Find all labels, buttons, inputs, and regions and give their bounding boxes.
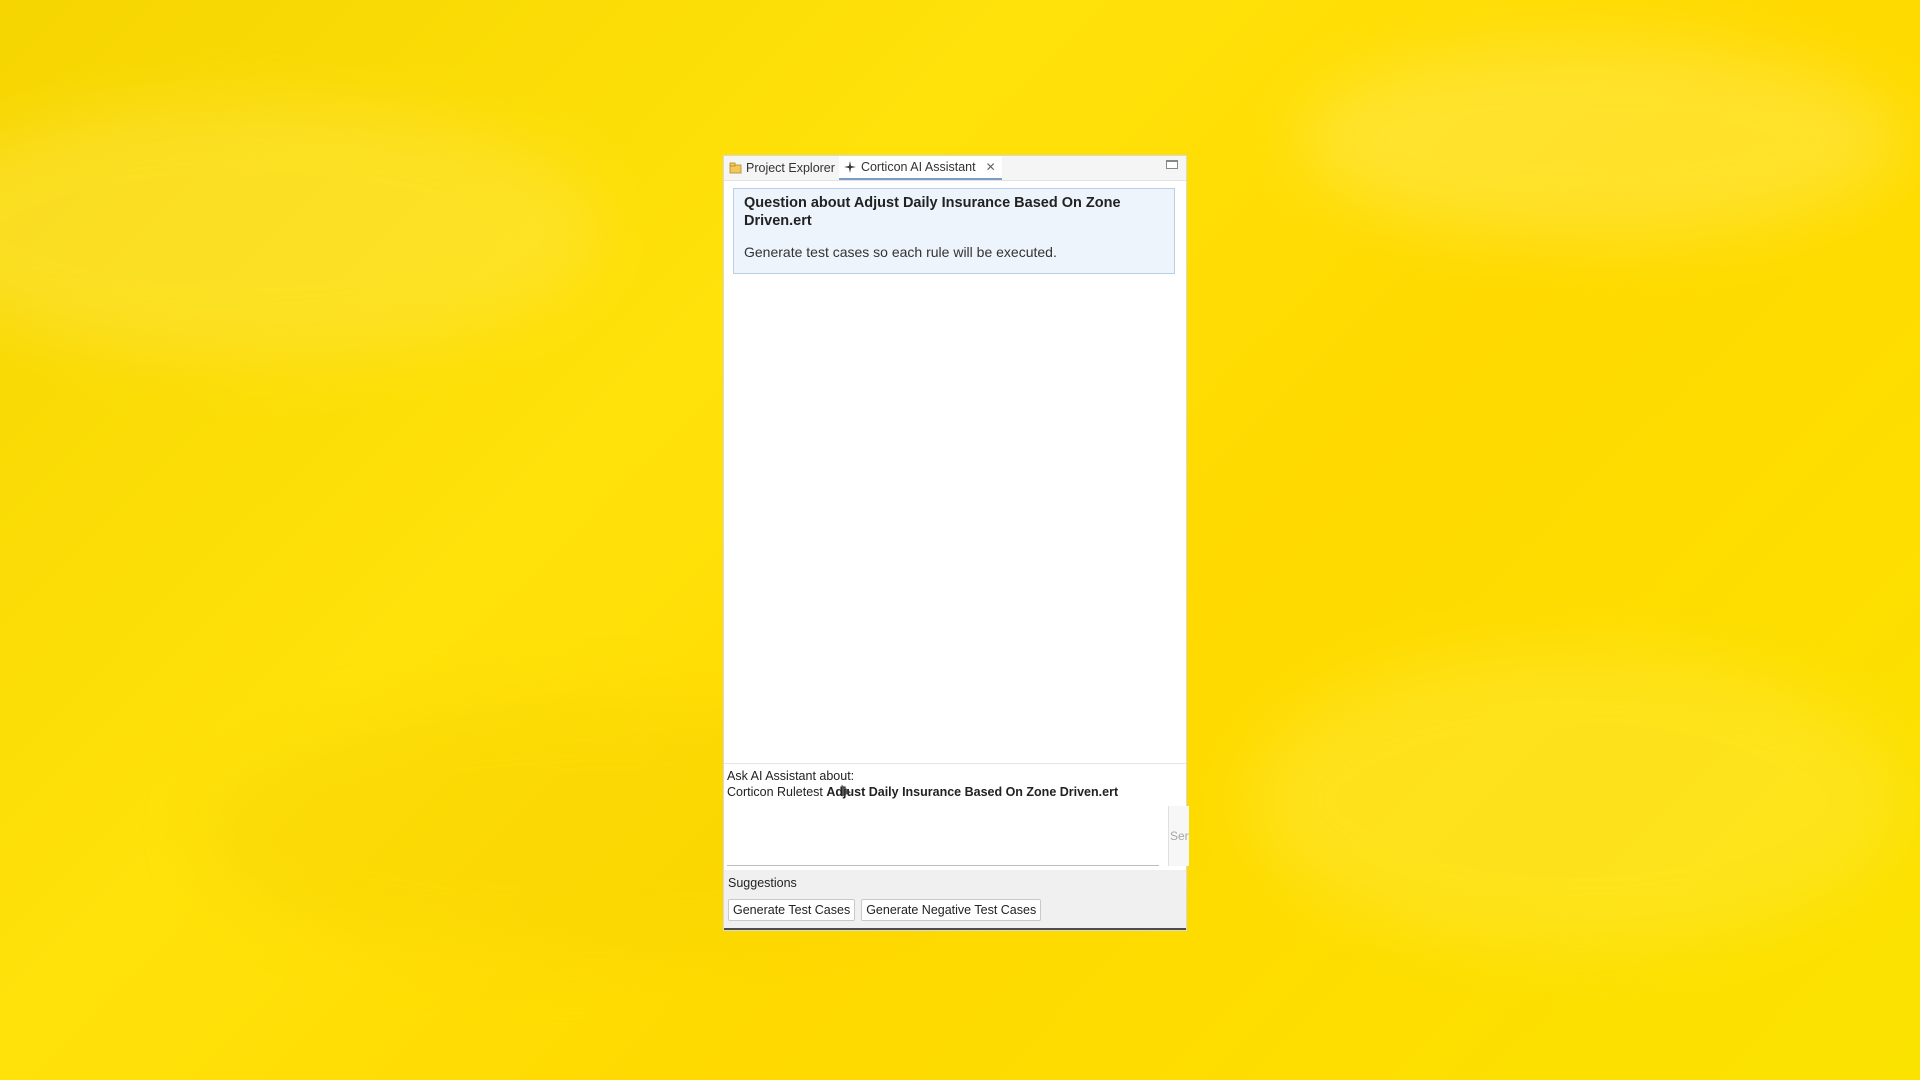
question-title: Question about Adjust Daily Insurance Ba… bbox=[744, 195, 1121, 229]
ask-label: Ask AI Assistant about: bbox=[727, 769, 855, 783]
background-streak bbox=[1250, 650, 1900, 950]
suggestion-generate-test-cases[interactable]: Generate Test Cases bbox=[728, 899, 856, 921]
suggestion-generate-negative-test-cases[interactable]: Generate Negative Test Cases bbox=[861, 899, 1042, 921]
question-card: Question about Adjust Daily Insurance Ba… bbox=[733, 188, 1175, 274]
ai-assistant-panel: Project Explorer Corticon AI Assistant ✕… bbox=[724, 156, 1189, 930]
send-button[interactable]: Sen bbox=[1168, 806, 1189, 866]
minimize-icon[interactable] bbox=[1166, 160, 1178, 169]
question-body: Generate test cases so each rule will be… bbox=[744, 244, 1057, 260]
close-icon[interactable]: ✕ bbox=[986, 160, 996, 174]
ask-context-section: Ask AI Assistant about: Corticon Ruletes… bbox=[727, 768, 1183, 800]
background-streak bbox=[0, 100, 600, 360]
sparkle-icon bbox=[843, 160, 857, 174]
suggestion-chips: Generate Test Cases Generate Negative Te… bbox=[728, 899, 1042, 921]
background-streak bbox=[1300, 40, 1900, 240]
tab-corticon-ai-assistant[interactable]: Corticon AI Assistant ✕ bbox=[838, 156, 1002, 180]
suggestions-label: Suggestions bbox=[728, 876, 797, 890]
project-explorer-icon bbox=[728, 161, 742, 175]
view-tab-bar: Project Explorer Corticon AI Assistant ✕ bbox=[724, 156, 1186, 181]
prompt-input[interactable] bbox=[727, 806, 1159, 866]
context-type: Corticon Ruletest bbox=[727, 785, 823, 799]
tab-label: Corticon AI Assistant bbox=[860, 160, 976, 174]
suggestions-section: Suggestions Generate Test Cases Generate… bbox=[724, 870, 1186, 930]
context-name: Adjust Daily Insurance Based On Zone Dri… bbox=[826, 785, 1119, 799]
divider bbox=[724, 763, 1186, 764]
tab-label: Project Explorer bbox=[746, 161, 835, 175]
tab-project-explorer[interactable]: Project Explorer bbox=[724, 156, 839, 180]
prompt-input-row: Sen bbox=[727, 806, 1189, 868]
ask-context: Corticon Ruletest Adjust Daily Insurance… bbox=[727, 784, 1183, 800]
